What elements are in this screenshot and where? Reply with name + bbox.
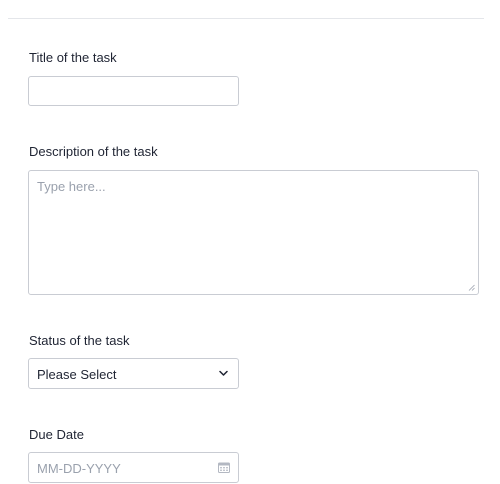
top-divider: [8, 18, 484, 19]
title-input[interactable]: [28, 76, 239, 106]
chevron-down-icon: [219, 370, 228, 377]
calendar-icon[interactable]: [218, 462, 230, 473]
status-field-label: Status of the task: [29, 333, 130, 348]
resize-handle-icon[interactable]: [468, 284, 475, 291]
due-date-input[interactable]: MM-DD-YYYY: [28, 452, 239, 483]
description-textarea[interactable]: Type here...: [28, 170, 479, 295]
status-select[interactable]: Please Select: [28, 358, 239, 389]
due-date-field-label: Due Date: [29, 427, 84, 442]
title-field-label: Title of the task: [29, 50, 117, 65]
status-selected-value: Please Select: [37, 367, 117, 382]
description-field-label: Description of the task: [29, 144, 158, 159]
due-date-placeholder: MM-DD-YYYY: [37, 461, 121, 476]
description-placeholder: Type here...: [37, 179, 106, 194]
